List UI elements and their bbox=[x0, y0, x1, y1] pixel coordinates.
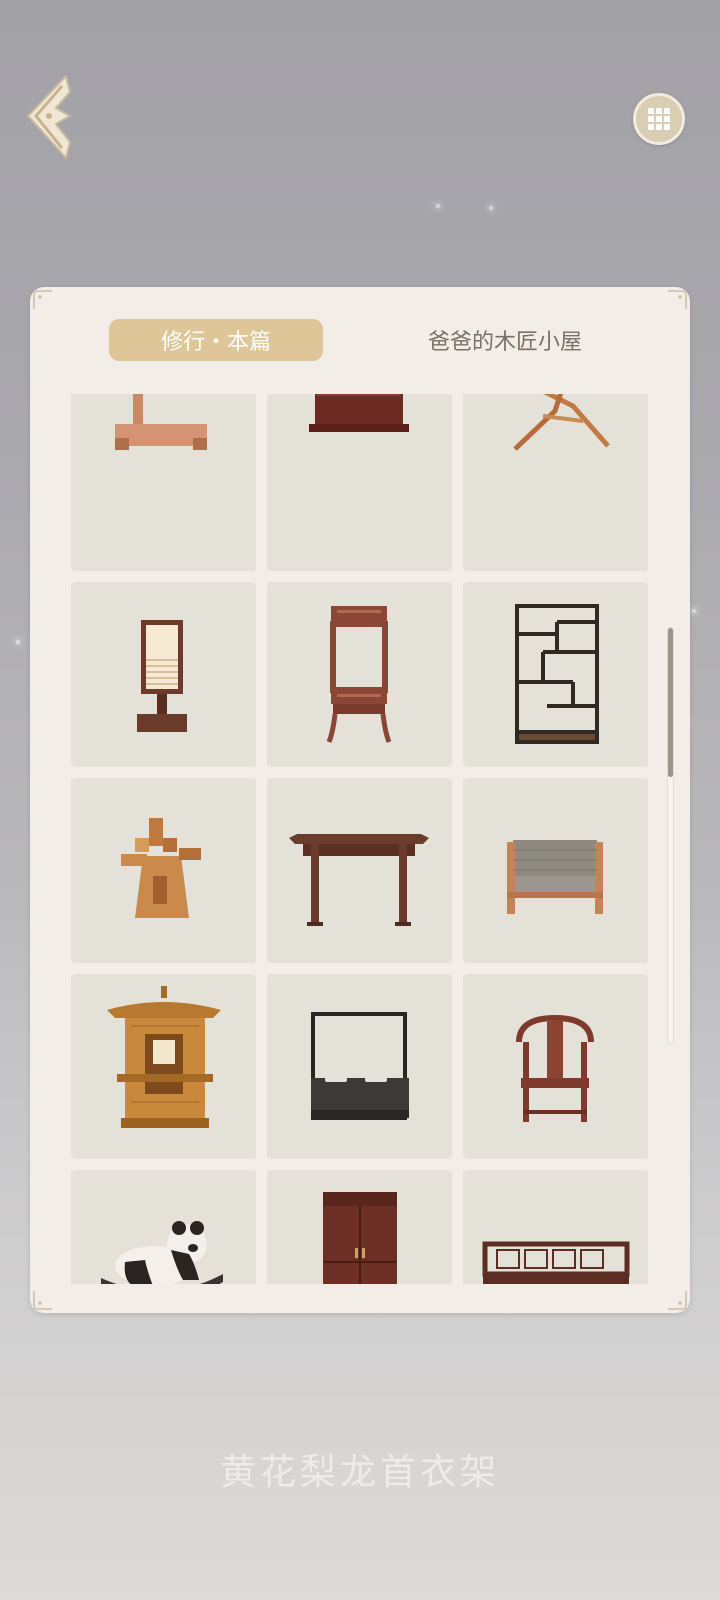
furniture-item[interactable] bbox=[71, 1170, 256, 1284]
scrollbar-thumb[interactable] bbox=[668, 628, 673, 778]
sparkle bbox=[489, 206, 493, 210]
furniture-item[interactable] bbox=[71, 778, 256, 963]
corner-ornament-icon bbox=[668, 1291, 687, 1310]
wardrobe-icon bbox=[323, 1192, 397, 1284]
curio-shelf-icon bbox=[515, 604, 599, 744]
canopy-bed-icon bbox=[311, 1012, 409, 1120]
carved-washstand-icon bbox=[326, 606, 392, 743]
furniture-item[interactable] bbox=[267, 582, 452, 767]
furniture-item[interactable] bbox=[463, 582, 648, 767]
furniture-item[interactable] bbox=[267, 974, 452, 1159]
tab-main-story[interactable]: 修行・本篇 bbox=[109, 319, 323, 361]
furniture-item[interactable] bbox=[463, 394, 648, 571]
furniture-item[interactable] bbox=[463, 778, 648, 963]
corner-ornament-icon bbox=[33, 1291, 52, 1310]
furniture-item[interactable] bbox=[463, 974, 648, 1159]
panda-rocking-horse-icon bbox=[101, 1221, 223, 1284]
grid-menu-button[interactable] bbox=[633, 93, 685, 145]
furniture-grid-viewport[interactable] bbox=[71, 394, 651, 1284]
furniture-grid bbox=[71, 394, 648, 1284]
selected-item-caption: 黄花梨龙首衣架 bbox=[219, 1452, 500, 1493]
clothes-rack-stand-icon bbox=[115, 394, 207, 450]
furniture-item[interactable] bbox=[267, 778, 452, 963]
collection-panel: 修行・本篇 爸爸的木匠小屋 bbox=[30, 287, 690, 1313]
altar-table-icon bbox=[289, 834, 429, 926]
corner-ornament-icon bbox=[668, 290, 687, 309]
grid-icon bbox=[648, 108, 670, 130]
paper-lamp-icon bbox=[137, 620, 187, 732]
furniture-item[interactable] bbox=[71, 974, 256, 1159]
tab-dads-workshop[interactable]: 爸爸的木匠小屋 bbox=[390, 319, 620, 361]
sparkle bbox=[436, 204, 440, 208]
armchair-icon bbox=[507, 840, 603, 914]
sedan-chair-icon bbox=[107, 986, 221, 1128]
scrollbar[interactable] bbox=[667, 627, 674, 1044]
furniture-item[interactable] bbox=[463, 1170, 648, 1284]
horseshoe-chair-icon bbox=[516, 1014, 594, 1122]
sparkle bbox=[692, 609, 696, 613]
furniture-item[interactable] bbox=[267, 394, 452, 571]
carved-cabinet-top-icon bbox=[309, 394, 409, 432]
furniture-item[interactable] bbox=[71, 582, 256, 767]
corner-ornament-icon bbox=[33, 290, 52, 309]
crossed-wood-stand-icon bbox=[513, 394, 610, 451]
furniture-item[interactable] bbox=[267, 1170, 452, 1284]
luohan-bed-icon bbox=[482, 1241, 630, 1284]
furniture-item[interactable] bbox=[71, 394, 256, 571]
back-button[interactable] bbox=[22, 72, 78, 162]
back-arrow-icon bbox=[26, 73, 73, 161]
sparkle bbox=[16, 640, 20, 644]
windmill-icon bbox=[121, 818, 201, 918]
